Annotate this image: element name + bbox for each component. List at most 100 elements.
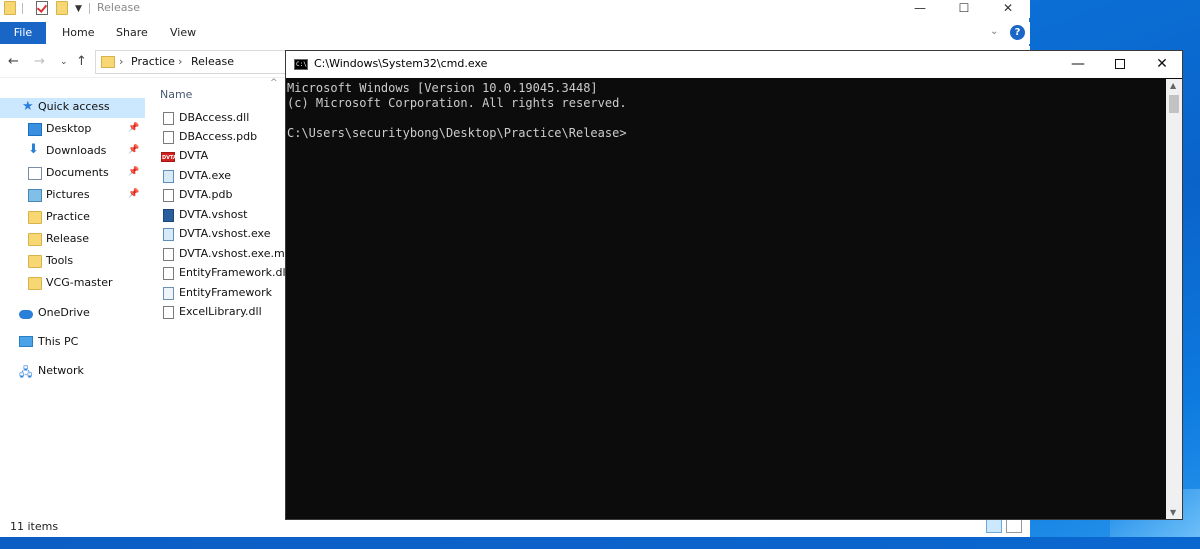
sidebar-item-documents[interactable]: Documents 📌 bbox=[0, 164, 145, 184]
file-name: DBAccess.pdb bbox=[179, 130, 258, 143]
file-name: EntityFramework.dll bbox=[179, 266, 289, 279]
dll-file-icon bbox=[163, 112, 174, 125]
list-item[interactable]: DVTA.pdb bbox=[155, 187, 285, 206]
cmd-title-bar: C:\. C:\Windows\System32\cmd.exe — ✕ bbox=[286, 51, 1182, 78]
cloud-icon bbox=[19, 310, 33, 319]
sidebar-item-tools[interactable]: Tools bbox=[0, 252, 145, 272]
vertical-scrollbar[interactable]: ▲ ▼ bbox=[1166, 79, 1182, 519]
breadcrumb-practice[interactable]: Practice bbox=[131, 55, 175, 68]
minimize-icon[interactable]: — bbox=[1056, 51, 1100, 78]
breadcrumb-chevron-icon[interactable]: › bbox=[119, 55, 123, 68]
ribbon-tabs: File Home Share View ⌄ ? bbox=[0, 22, 1030, 44]
close-icon[interactable]: ✕ bbox=[1140, 51, 1184, 78]
exe-file-icon bbox=[163, 228, 174, 241]
list-item[interactable]: ExcelLibrary.dll bbox=[155, 304, 285, 323]
properties-check-icon[interactable] bbox=[36, 1, 48, 15]
expand-ribbon-chevron-icon[interactable]: ⌄ bbox=[990, 26, 998, 37]
list-item[interactable]: DVTA.vshost.exe bbox=[155, 226, 285, 245]
folder-icon bbox=[28, 255, 42, 268]
close-icon[interactable]: ✕ bbox=[986, 0, 1030, 18]
tab-view[interactable]: View bbox=[170, 22, 196, 44]
list-item[interactable]: DVTA DVTA bbox=[155, 148, 285, 167]
separator bbox=[22, 3, 23, 14]
console-prompt-line: C:\Users\securitybong\Desktop\Practice\R… bbox=[287, 126, 627, 140]
forward-arrow-icon[interactable]: → bbox=[34, 54, 45, 69]
console-output[interactable]: Microsoft Windows [Version 10.0.19045.34… bbox=[286, 79, 1166, 519]
scrollbar-thumb[interactable] bbox=[1169, 95, 1179, 113]
list-item[interactable]: DBAccess.pdb bbox=[155, 129, 285, 148]
taskbar bbox=[0, 537, 1200, 549]
quick-access-toolbar-dropdown-icon[interactable]: ▼ bbox=[75, 4, 82, 14]
cmd-icon: C:\. bbox=[294, 59, 311, 70]
sidebar-item-onedrive[interactable]: OneDrive bbox=[0, 304, 145, 324]
up-arrow-icon[interactable]: ↑ bbox=[76, 54, 87, 69]
sidebar-item-downloads[interactable]: ⬇ Downloads 📌 bbox=[0, 142, 145, 162]
minimize-icon[interactable]: — bbox=[898, 0, 942, 18]
file-name: DVTA.vshost.exe.mani bbox=[179, 247, 302, 260]
sidebar-item-label: Practice bbox=[46, 210, 90, 223]
sidebar-item-pictures[interactable]: Pictures 📌 bbox=[0, 186, 145, 206]
address-bar[interactable]: › Practice › Release bbox=[95, 50, 295, 74]
pin-icon: 📌 bbox=[128, 145, 140, 155]
tab-file[interactable]: File bbox=[0, 22, 46, 44]
sidebar-item-label: Release bbox=[46, 232, 89, 245]
maximize-icon[interactable] bbox=[1098, 51, 1142, 78]
console-line: (c) Microsoft Corporation. All rights re… bbox=[287, 96, 627, 110]
back-arrow-icon[interactable]: ← bbox=[8, 54, 19, 69]
list-item[interactable]: EntityFramework bbox=[155, 285, 285, 304]
help-icon[interactable]: ? bbox=[1010, 25, 1025, 40]
list-item[interactable]: DVTA.vshost.exe.mani bbox=[155, 246, 301, 265]
tab-share[interactable]: Share bbox=[116, 22, 148, 44]
folder-icon bbox=[28, 211, 42, 224]
pin-icon: 📌 bbox=[128, 167, 140, 177]
folder-icon bbox=[4, 1, 16, 15]
list-item[interactable]: DVTA.vshost bbox=[155, 207, 285, 226]
file-name: DVTA.vshost bbox=[179, 208, 248, 221]
list-item[interactable]: DVTA.exe bbox=[155, 168, 285, 187]
recent-locations-chevron-icon[interactable]: ⌄ bbox=[60, 57, 68, 67]
breadcrumb-release[interactable]: Release bbox=[191, 55, 234, 68]
details-view-icon[interactable] bbox=[986, 519, 1002, 533]
name-column-header[interactable]: Name bbox=[160, 88, 192, 101]
dll-file-icon bbox=[163, 267, 174, 280]
list-item[interactable]: DBAccess.dll bbox=[155, 110, 285, 129]
pin-icon: 📌 bbox=[128, 189, 140, 199]
console-line: Microsoft Windows [Version 10.0.19045.34… bbox=[287, 81, 598, 95]
sidebar-item-label: Tools bbox=[46, 254, 74, 267]
breadcrumb-chevron-icon[interactable]: › bbox=[178, 55, 182, 68]
file-name: DVTA bbox=[179, 149, 209, 162]
sidebar-item-quick-access[interactable]: ★ Quick access bbox=[0, 98, 145, 118]
xml-file-icon bbox=[163, 287, 174, 300]
command-prompt-window: C:\. C:\Windows\System32\cmd.exe — ✕ Mic… bbox=[285, 50, 1183, 520]
folder-icon bbox=[28, 233, 42, 246]
maximize-icon[interactable]: ☐ bbox=[942, 0, 986, 18]
file-name: DVTA.pdb bbox=[179, 188, 233, 201]
pdb-file-icon bbox=[163, 131, 174, 144]
sidebar-item-label: This PC bbox=[38, 335, 79, 348]
file-name: DVTA.vshost.exe bbox=[179, 227, 271, 240]
computer-icon bbox=[19, 336, 33, 347]
dvta-app-icon: DVTA bbox=[161, 152, 177, 162]
sidebar-item-label: Desktop bbox=[46, 122, 92, 135]
scroll-down-arrow-icon[interactable]: ▼ bbox=[1170, 508, 1176, 517]
large-icons-view-icon[interactable] bbox=[1006, 519, 1022, 533]
sort-ascending-icon: ^ bbox=[270, 78, 278, 88]
sidebar-item-label: OneDrive bbox=[38, 306, 90, 319]
sidebar-item-practice[interactable]: Practice bbox=[0, 208, 145, 228]
scroll-up-arrow-icon[interactable]: ▲ bbox=[1170, 81, 1176, 90]
sidebar-item-release[interactable]: Release bbox=[0, 230, 145, 250]
sidebar-item-label: Quick access bbox=[38, 100, 110, 113]
sidebar-item-label: VCG-master bbox=[46, 276, 113, 289]
sidebar-item-network[interactable]: 🖧 Network bbox=[0, 362, 145, 382]
sidebar-item-vcg-master[interactable]: VCG-master bbox=[0, 274, 145, 294]
item-count: 11 items bbox=[10, 520, 59, 533]
sidebar-item-desktop[interactable]: Desktop 📌 bbox=[0, 120, 145, 140]
sidebar-item-label: Pictures bbox=[46, 188, 90, 201]
new-folder-icon[interactable] bbox=[56, 1, 68, 15]
tab-home[interactable]: Home bbox=[62, 22, 94, 44]
folder-icon bbox=[28, 277, 42, 290]
exe-file-icon bbox=[163, 170, 174, 183]
sidebar-item-this-pc[interactable]: This PC bbox=[0, 333, 145, 353]
list-item[interactable]: EntityFramework.dll bbox=[155, 265, 289, 284]
desktop-icon bbox=[28, 123, 42, 136]
